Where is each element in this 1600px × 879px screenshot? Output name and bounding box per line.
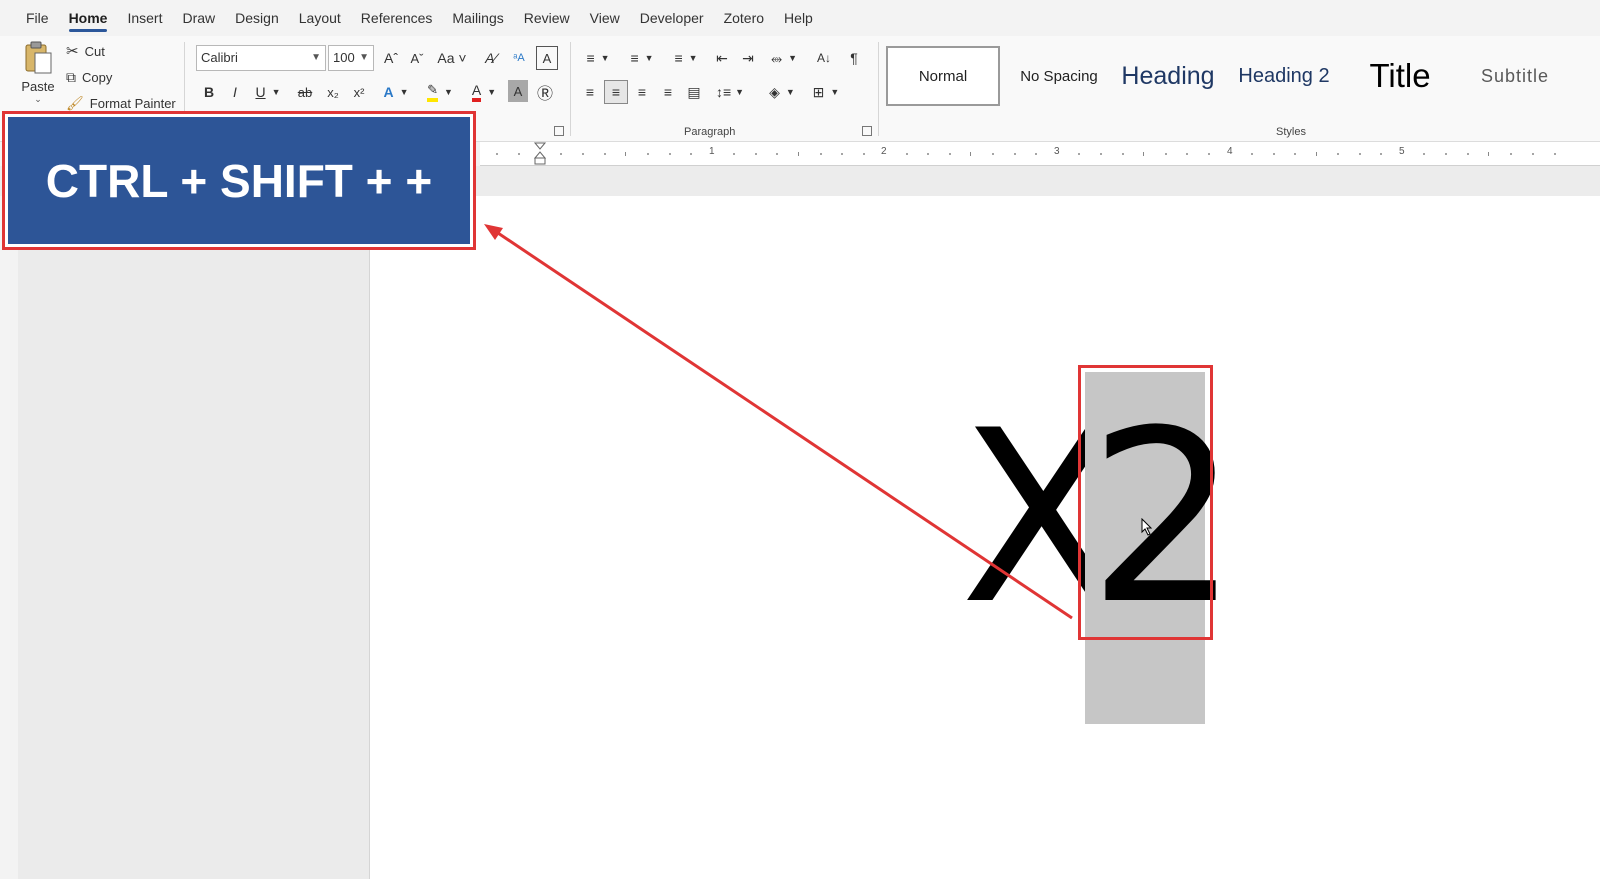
shortcut-callout: CTRL + SHIFT + +	[2, 111, 476, 250]
shortcut-banner: CTRL + SHIFT + +	[8, 117, 470, 244]
shortcut-text: CTRL + SHIFT + +	[45, 154, 433, 207]
word-window: File Home Insert Draw Design Layout Refe…	[0, 0, 1600, 879]
